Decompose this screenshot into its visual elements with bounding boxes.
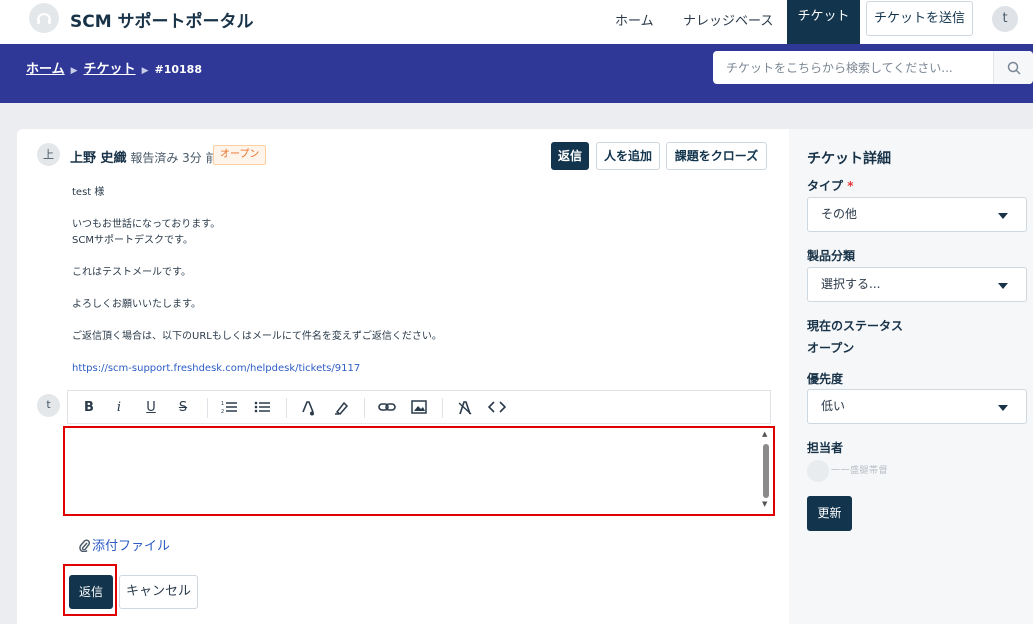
editor-scrollbar[interactable]: ▲ ▼ bbox=[761, 430, 771, 510]
highlighter-icon bbox=[335, 401, 349, 415]
breadcrumb-ticket-id: #10188 bbox=[154, 63, 202, 76]
toolbar-separator bbox=[207, 398, 208, 418]
reply-user-avatar: t bbox=[37, 394, 60, 417]
ticket-conversation-panel: 上 上野 史織 報告済み 3分 前 オープン 返信 人を追加 課題をクローズ t… bbox=[17, 129, 789, 624]
breadcrumb-home-link[interactable]: ホーム bbox=[26, 62, 65, 77]
nav-home-link[interactable]: ホーム bbox=[615, 10, 654, 29]
current-status-value: オープン bbox=[807, 341, 855, 355]
priority-select-value: 低い bbox=[821, 399, 846, 413]
required-mark: * bbox=[847, 179, 854, 193]
toolbar-separator bbox=[364, 398, 365, 418]
product-select-value: 選択する... bbox=[821, 277, 881, 291]
toolbar-separator bbox=[442, 398, 443, 418]
reply-textarea[interactable] bbox=[68, 431, 758, 511]
user-avatar[interactable]: t bbox=[992, 6, 1018, 32]
scroll-up-icon[interactable]: ▲ bbox=[762, 430, 767, 438]
clear-format-button[interactable] bbox=[456, 399, 474, 417]
ticket-url-link[interactable]: https://scm-support.freshdesk.com/helpde… bbox=[72, 361, 762, 377]
toolbar-separator bbox=[286, 398, 287, 418]
image-icon bbox=[411, 400, 427, 414]
breadcrumb-separator-icon: ▶ bbox=[141, 66, 149, 76]
attach-file-label: 添付ファイル bbox=[92, 539, 171, 554]
bullet-list-icon bbox=[254, 401, 270, 413]
scroll-thumb[interactable] bbox=[763, 444, 769, 498]
type-select-value: その他 bbox=[821, 207, 858, 221]
insert-image-button[interactable] bbox=[410, 399, 428, 417]
product-select[interactable]: 選択する... bbox=[807, 267, 1027, 302]
message-line: よろしくお願いいたします。 bbox=[72, 299, 201, 310]
clear-format-icon bbox=[458, 401, 472, 415]
priority-select[interactable]: 低い bbox=[807, 389, 1027, 424]
type-label-text: タイプ bbox=[807, 179, 844, 193]
underline-button[interactable]: U bbox=[142, 399, 160, 417]
priority-label: 優先度 bbox=[807, 372, 844, 386]
requester-name: 上野 史織 bbox=[70, 151, 127, 166]
ticket-meta: 上野 史織 報告済み 3分 前 bbox=[70, 147, 218, 166]
bold-button[interactable]: B bbox=[80, 399, 98, 417]
search-button[interactable] bbox=[993, 51, 1033, 84]
insert-link-button[interactable] bbox=[378, 399, 396, 417]
ordered-list-icon: 12 bbox=[221, 401, 237, 414]
text-color-icon bbox=[302, 401, 314, 416]
cancel-button[interactable]: キャンセル bbox=[119, 575, 198, 609]
chevron-down-icon bbox=[998, 213, 1008, 219]
agent-avatar bbox=[807, 460, 829, 482]
current-status-label: 現在のステータス bbox=[807, 319, 904, 333]
page-banner: ホーム ▶ チケット ▶ #10188 bbox=[0, 44, 1033, 103]
editor-toolbar: B i U S 12 bbox=[67, 390, 771, 424]
message-body: test 様 いつもお世話になっております。 SCMサポートデスクです。 これはテ… bbox=[72, 185, 762, 393]
svg-text:2: 2 bbox=[221, 409, 224, 414]
italic-button[interactable]: i bbox=[110, 399, 128, 417]
agent-label: 担当者 bbox=[807, 441, 844, 455]
portal-logo-icon[interactable] bbox=[29, 3, 59, 33]
message-line: これはテストメールです。 bbox=[72, 267, 191, 278]
code-view-button[interactable] bbox=[488, 399, 506, 417]
bullet-list-button[interactable] bbox=[253, 399, 271, 417]
ordered-list-button[interactable]: 12 bbox=[220, 399, 238, 417]
code-icon bbox=[488, 401, 506, 413]
breadcrumb: ホーム ▶ チケット ▶ #10188 bbox=[26, 58, 202, 77]
chevron-down-icon bbox=[998, 405, 1008, 411]
reply-submit-button[interactable]: 返信 bbox=[69, 575, 113, 609]
add-people-button[interactable]: 人を追加 bbox=[596, 142, 660, 170]
paperclip-icon bbox=[79, 539, 91, 553]
requester-avatar: 上 bbox=[37, 143, 60, 166]
agent-name: 一一盛腿帯督 bbox=[831, 466, 889, 476]
top-navigation: SCM サポートポータル ホーム ナレッジベース チケット チケットを送信 t bbox=[0, 0, 1033, 44]
update-button[interactable]: 更新 bbox=[807, 496, 852, 531]
type-select[interactable]: その他 bbox=[807, 197, 1027, 232]
ticket-search-input[interactable] bbox=[713, 51, 993, 84]
text-color-button[interactable] bbox=[299, 399, 317, 417]
nav-knowledge-base-link[interactable]: ナレッジベース bbox=[683, 10, 773, 29]
product-label: 製品分類 bbox=[807, 249, 856, 263]
breadcrumb-separator-icon: ▶ bbox=[70, 66, 78, 76]
scroll-down-icon[interactable]: ▼ bbox=[762, 500, 767, 508]
search-icon bbox=[1007, 61, 1021, 75]
ticket-search-box bbox=[713, 51, 1033, 84]
status-badge: オープン bbox=[213, 145, 267, 165]
message-greeting: test 様 bbox=[72, 187, 105, 198]
message-line: いつもお世話になっております。 bbox=[72, 219, 221, 230]
reply-button-top[interactable]: 返信 bbox=[551, 142, 589, 170]
ticket-details-sidebar: チケット詳細 タイプ * その他 製品分類 選択する... 現在のステータス オ… bbox=[789, 129, 1033, 624]
message-paragraph: いつもお世話になっております。 SCMサポートデスクです。 bbox=[72, 217, 762, 249]
nav-tickets-link[interactable]: チケット bbox=[787, 0, 860, 44]
link-icon bbox=[378, 403, 396, 411]
close-issue-button[interactable]: 課題をクローズ bbox=[666, 142, 767, 170]
submit-ticket-button[interactable]: チケットを送信 bbox=[866, 1, 973, 36]
breadcrumb-tickets-link[interactable]: チケット bbox=[84, 62, 136, 77]
reply-editor-area: ▲ ▼ bbox=[63, 426, 775, 516]
attach-file-link[interactable]: 添付ファイル bbox=[79, 535, 170, 554]
highlight-button[interactable] bbox=[332, 399, 350, 417]
chevron-down-icon bbox=[998, 283, 1008, 289]
svg-text:1: 1 bbox=[221, 401, 224, 407]
portal-title[interactable]: SCM サポートポータル bbox=[70, 7, 254, 32]
type-label: タイプ * bbox=[807, 177, 853, 194]
reported-time: 報告済み 3分 前 bbox=[130, 151, 218, 165]
message-line: SCMサポートデスクです。 bbox=[72, 235, 193, 246]
message-line: ご返信頂く場合は、以下のURLもしくはメールにて件名を変えずご返信ください。 bbox=[72, 331, 442, 342]
ticket-details-title: チケット詳細 bbox=[807, 151, 891, 167]
strikethrough-button[interactable]: S bbox=[174, 399, 192, 417]
